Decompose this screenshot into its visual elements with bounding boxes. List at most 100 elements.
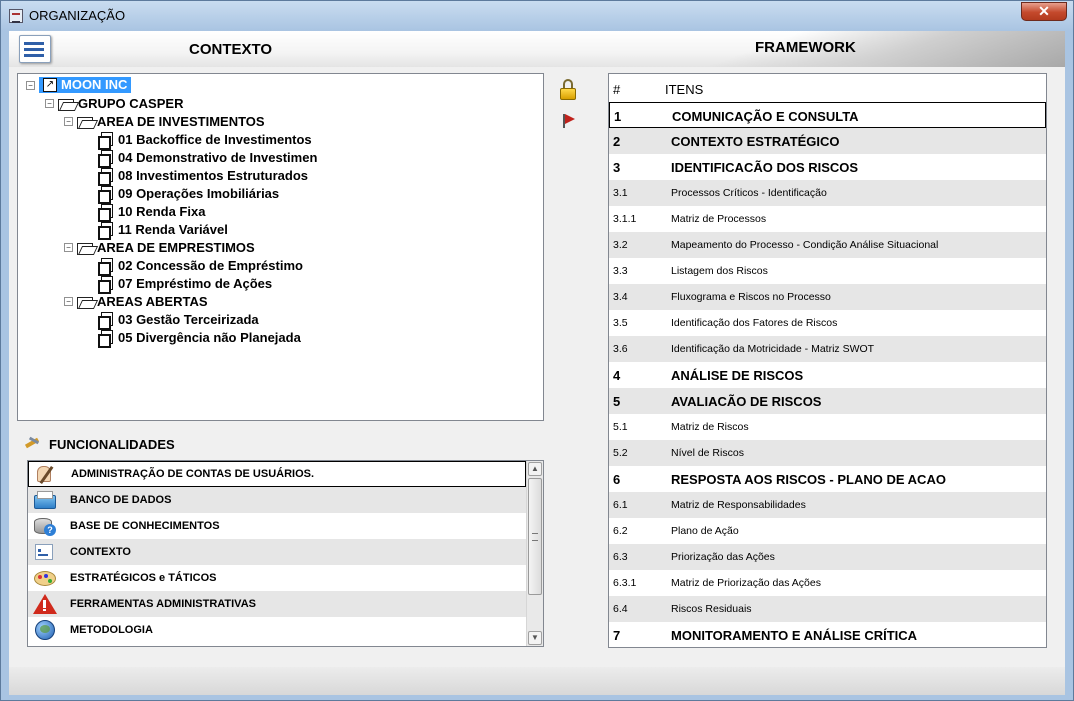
tree-node-process[interactable]: 08 Investimentos Estruturados bbox=[98, 166, 308, 186]
tree-node-area[interactable]: − AREA DE INVESTIMENTOS bbox=[64, 112, 265, 130]
tree-process-label: 09 Operações Imobiliárias bbox=[118, 185, 280, 201]
folder-open-icon bbox=[77, 115, 94, 129]
framework-row-text: CONTEXTO ESTRATÉGICO bbox=[671, 134, 840, 149]
collapse-toggle[interactable]: − bbox=[64, 242, 73, 252]
framework-row-text: COMUNICAÇÃO E CONSULTA bbox=[672, 109, 859, 124]
tree-node-root[interactable]: − ↗ MOON INC bbox=[26, 76, 132, 94]
flag-icon[interactable] bbox=[561, 113, 577, 129]
framework-row[interactable]: 6.2 Plano de Ação bbox=[609, 518, 1046, 544]
framework-row[interactable]: 3.2 Mapeamento do Processo - Condição Aná… bbox=[609, 232, 1046, 258]
scroll-down-button[interactable]: ▼ bbox=[528, 631, 542, 645]
tree-node-process[interactable]: 07 Empréstimo de Ações bbox=[98, 274, 272, 294]
tree-node-process[interactable]: 09 Operações Imobiliárias bbox=[98, 184, 280, 204]
tree-node-process[interactable]: 05 Divergência não Planejada bbox=[98, 328, 301, 348]
framework-row-num: 5.1 bbox=[613, 421, 628, 433]
framework-row-num: 3 bbox=[613, 160, 621, 175]
knowledge-base-icon: ? bbox=[32, 515, 58, 537]
framework-row[interactable]: 6 RESPOSTA AOS RISCOS - PLANO DE ACAO bbox=[609, 466, 1046, 492]
tree-node-process[interactable]: 11 Renda Variável bbox=[98, 220, 228, 240]
framework-row[interactable]: 3.4 Fluxograma e Riscos no Processo bbox=[609, 284, 1046, 310]
collapse-toggle[interactable]: − bbox=[64, 296, 73, 306]
framework-row-num: 6.3 bbox=[613, 551, 628, 563]
tree-process-label: 10 Renda Fixa bbox=[118, 203, 206, 219]
framework-header: # ITENS bbox=[609, 74, 1046, 102]
framework-row-num: 3.3 bbox=[613, 265, 628, 277]
framework-table[interactable]: # ITENS 1 COMUNICAÇÃO E CONSULTA 2 CONTEXTO… bbox=[608, 73, 1047, 648]
framework-row[interactable]: 3.6 Identificação da Motricidade - Matriz… bbox=[609, 336, 1046, 362]
collapse-toggle[interactable]: − bbox=[45, 98, 54, 108]
tree-root-selected[interactable]: ↗ MOON INC bbox=[39, 77, 132, 93]
process-doc-icon bbox=[98, 329, 113, 348]
tree-node-process[interactable]: 01 Backoffice de Investimentos bbox=[98, 130, 312, 150]
tree-area-label: AREA DE INVESTIMENTOS bbox=[97, 113, 265, 129]
framework-row[interactable]: 4 ANÁLISE DE RISCOS bbox=[609, 362, 1046, 388]
status-bar bbox=[9, 667, 1065, 695]
framework-row[interactable]: 1 COMUNICAÇÃO E CONSULTA bbox=[609, 102, 1046, 128]
func-item[interactable]: CONTEXTO bbox=[28, 539, 526, 565]
scroll-up-button[interactable]: ▲ bbox=[528, 462, 542, 476]
process-doc-icon bbox=[98, 185, 113, 204]
shortcut-icon: ↗ bbox=[43, 78, 57, 92]
framework-row[interactable]: 5.2 Nível de Riscos bbox=[609, 440, 1046, 466]
framework-row[interactable]: 3.3 Listagem dos Riscos bbox=[609, 258, 1046, 284]
tree-process-label: 01 Backoffice de Investimentos bbox=[118, 131, 312, 147]
tree-node-group[interactable]: − GRUPO CASPER bbox=[45, 94, 183, 112]
tree-group-label: GRUPO CASPER bbox=[78, 95, 184, 111]
framework-row-text: AVALIACÃO DE RISCOS bbox=[671, 394, 822, 409]
tree-process-label: 05 Divergência não Planejada bbox=[118, 329, 301, 345]
collapse-toggle[interactable]: − bbox=[64, 116, 73, 126]
func-item[interactable]: ? BASE DE CONHECIMENTOS bbox=[28, 513, 526, 539]
framework-row-text: Identificação da Motricidade - Matriz SW… bbox=[671, 343, 875, 355]
framework-row-text: Fluxograma e Riscos no Processo bbox=[671, 291, 831, 303]
process-doc-icon bbox=[98, 203, 113, 222]
tree-node-process[interactable]: 03 Gestão Terceirizada bbox=[98, 310, 259, 330]
palette-icon bbox=[32, 567, 58, 589]
context-tree[interactable]: − ↗ MOON INC − GRUPO CASPER − AREA DE INV… bbox=[17, 73, 544, 421]
title-bar[interactable]: ORGANIZAÇÃO ✕ bbox=[1, 1, 1073, 31]
func-item[interactable]: ADMINISTRAÇÃO DE CONTAS DE USUÁRIOS. bbox=[28, 461, 526, 487]
framework-row[interactable]: 3.1.1 Matriz de Processos bbox=[609, 206, 1046, 232]
func-item[interactable]: ESTRATÉGICOS e TÁTICOS bbox=[28, 565, 526, 591]
tree-node-area[interactable]: − AREAS ABERTAS bbox=[64, 292, 208, 310]
tree-node-area[interactable]: − AREA DE EMPRESTIMOS bbox=[64, 238, 255, 256]
func-item-label: FERRAMENTAS ADMINISTRATIVAS bbox=[70, 598, 256, 610]
framework-row-text: Identificação dos Fatores de Riscos bbox=[671, 317, 838, 329]
framework-row[interactable]: 5 AVALIACÃO DE RISCOS bbox=[609, 388, 1046, 414]
func-item-label: METODOLOGIA bbox=[70, 624, 153, 636]
tree-node-process[interactable]: 04 Demonstrativo de Investimen bbox=[98, 148, 317, 168]
framework-row-text: Nível de Riscos bbox=[671, 447, 744, 459]
framework-row[interactable]: 5.1 Matriz de Riscos bbox=[609, 414, 1046, 440]
framework-row-num: 6.4 bbox=[613, 603, 628, 615]
vertical-scrollbar[interactable]: ▲ ▼ bbox=[526, 461, 543, 646]
framework-row[interactable]: 6.4 Riscos Residuais bbox=[609, 596, 1046, 622]
funcionalidades-list[interactable]: ADMINISTRAÇÃO DE CONTAS DE USUÁRIOS. BANC… bbox=[27, 460, 544, 647]
framework-row[interactable]: 2 CONTEXTO ESTRATÉGICO bbox=[609, 128, 1046, 154]
col-num-header: # bbox=[613, 82, 621, 97]
framework-row[interactable]: 7 MONITORAMENTO E ANÁLISE CRÍTICA bbox=[609, 622, 1046, 647]
tree-node-process[interactable]: 02 Concessão de Empréstimo bbox=[98, 256, 303, 276]
tree-node-process[interactable]: 10 Renda Fixa bbox=[98, 202, 206, 222]
close-button[interactable]: ✕ bbox=[1021, 2, 1067, 21]
framework-row-text: Priorização das Ações bbox=[671, 551, 775, 563]
framework-row-num: 6.2 bbox=[613, 525, 628, 537]
framework-row[interactable]: 3.5 Identificação dos Fatores de Riscos bbox=[609, 310, 1046, 336]
scroll-thumb[interactable] bbox=[528, 478, 542, 595]
user-admin-icon bbox=[33, 463, 59, 485]
framework-row[interactable]: 3.1 Processos Críticos - Identificação bbox=[609, 180, 1046, 206]
framework-row-num: 2 bbox=[613, 134, 621, 149]
framework-row-text: Matriz de Responsabilidades bbox=[671, 499, 806, 511]
framework-row-num: 3.1.1 bbox=[613, 213, 637, 225]
lock-icon[interactable] bbox=[559, 79, 577, 101]
framework-row-text: Matriz de Riscos bbox=[671, 421, 749, 433]
framework-row[interactable]: 6.1 Matriz de Responsabilidades bbox=[609, 492, 1046, 518]
tools-icon bbox=[25, 437, 41, 451]
func-item[interactable]: BANCO DE DADOS bbox=[28, 487, 526, 513]
func-item[interactable]: FERRAMENTAS ADMINISTRATIVAS bbox=[28, 591, 526, 617]
collapse-toggle[interactable]: − bbox=[26, 80, 35, 90]
framework-row[interactable]: 6.3 Priorização das Ações bbox=[609, 544, 1046, 570]
framework-row[interactable]: 3 IDENTIFICACÃO DOS RISCOS bbox=[609, 154, 1046, 180]
framework-row[interactable]: 6.3.1 Matriz de Priorização das Ações bbox=[609, 570, 1046, 596]
framework-row-text: Matriz de Processos bbox=[671, 213, 767, 225]
func-item[interactable]: METODOLOGIA bbox=[28, 617, 526, 643]
context-list-icon[interactable] bbox=[19, 35, 51, 63]
